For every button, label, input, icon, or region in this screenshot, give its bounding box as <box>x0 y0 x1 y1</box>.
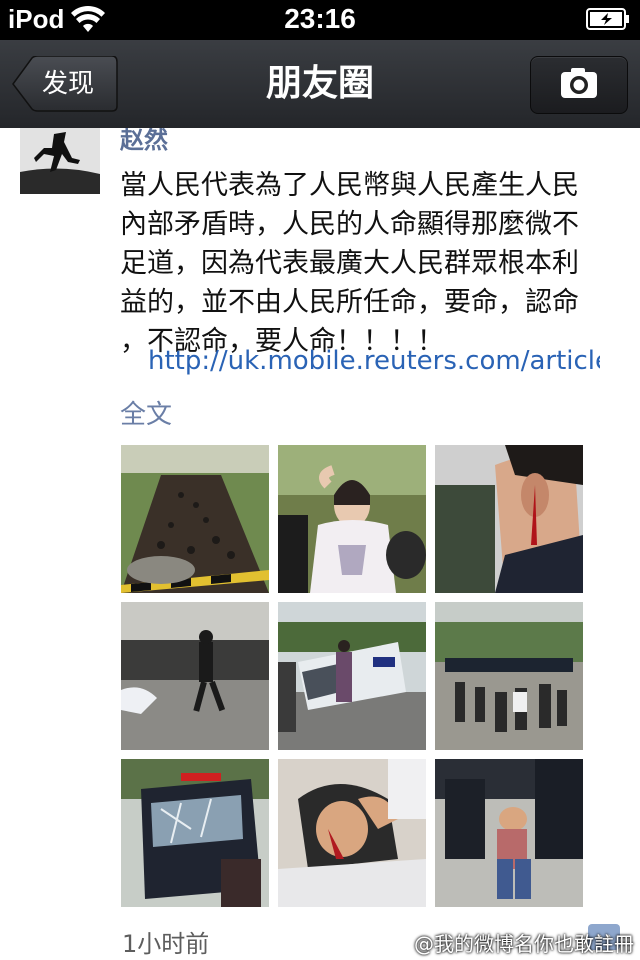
clock: 23:16 <box>284 3 356 34</box>
photo-police-running[interactable] <box>121 602 269 750</box>
post-text: 當人民代表為了人民幣與人民產生人民 內部矛盾時，人民的人命顯得那麼微不 足道，因… <box>120 170 579 357</box>
photo-crowd-road[interactable] <box>121 445 269 593</box>
photo-bleeding-ear[interactable] <box>435 445 583 593</box>
camera-icon <box>561 68 597 98</box>
moments-feed: 赵然 當人民代表為了人民幣與人民產生人民 內部矛盾時，人民的人命顯得那麼微不 足… <box>0 128 640 960</box>
watermark: @我的微博名你也敢註冊 <box>414 932 634 956</box>
battery-icon <box>586 8 629 30</box>
full-text-link[interactable]: 全文 <box>120 394 172 431</box>
photo-woman-injured[interactable] <box>278 445 426 593</box>
photo-man-detained[interactable] <box>435 759 583 907</box>
photo-grid <box>121 445 583 907</box>
photo-overturned-car[interactable] <box>278 602 426 750</box>
avatar[interactable] <box>20 128 100 194</box>
status-bar: iPod 23:16 <box>0 0 640 40</box>
photo-damaged-truck[interactable] <box>121 759 269 907</box>
navigation-bar: 发现 朋友圈 <box>0 40 640 129</box>
photo-police-line[interactable] <box>435 602 583 750</box>
photo-injured-man[interactable] <box>278 759 426 907</box>
post-link[interactable]: http://uk.mobile.reuters.com/article... <box>148 346 600 376</box>
post-time: 1小时前 <box>122 930 210 958</box>
author-name[interactable]: 赵然 <box>120 128 168 155</box>
camera-button[interactable] <box>530 56 628 114</box>
